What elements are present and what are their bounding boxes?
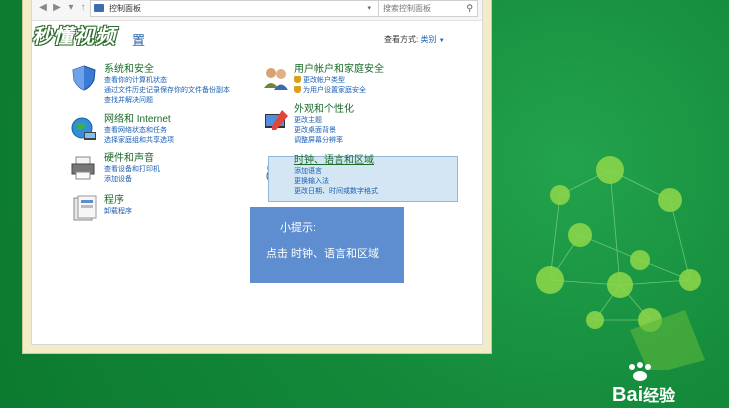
- category-link[interactable]: 查看设备和打印机: [104, 165, 160, 175]
- category-link[interactable]: 查找并解决问题: [104, 96, 230, 106]
- category-link[interactable]: 添加设备: [104, 175, 160, 185]
- search-placeholder: 搜索控制面板: [383, 4, 431, 13]
- category-link[interactable]: 查看你的计算机状态: [104, 76, 230, 86]
- search-input[interactable]: 搜索控制面板 ⚲: [378, 0, 478, 17]
- printer-icon: [71, 156, 95, 180]
- category-title[interactable]: 网络和 Internet: [104, 114, 174, 126]
- category-title[interactable]: 用户帐户和家庭安全: [294, 64, 384, 76]
- address-dropdown-icon[interactable]: ▾: [367, 1, 371, 16]
- video-logo-watermark: 秒懂视频: [32, 26, 116, 48]
- category-link[interactable]: 添加语言: [294, 167, 378, 177]
- uac-shield-icon: [294, 76, 301, 83]
- control-panel-window: ◀ ▶ ▾ ↑ 控制面板 ▾ ↻ 搜索控制面板 ⚲ 秒懂视频 置 查看方式: 类…: [22, 0, 492, 354]
- category-user-accounts: 用户帐户和家庭安全 更改帐户类型 为用户设置家庭安全: [294, 64, 384, 96]
- category-title[interactable]: 系统和安全: [104, 64, 230, 76]
- category-title[interactable]: 程序: [104, 195, 132, 207]
- category-programs: 程序 卸载程序: [104, 195, 132, 217]
- category-hardware-sound: 硬件和声音 查看设备和打印机 添加设备: [104, 153, 160, 185]
- programs-icon: [73, 195, 97, 221]
- category-link[interactable]: 为用户设置家庭安全: [294, 86, 384, 96]
- category-link[interactable]: 查看网络状态和任务: [104, 126, 174, 136]
- baidu-jingyan-watermark: Bai经验: [612, 382, 675, 407]
- view-by: 查看方式: 类别 ▼: [384, 34, 445, 45]
- category-link[interactable]: 更改桌面背景: [294, 126, 354, 136]
- category-link[interactable]: 选择家庭组和共享选项: [104, 136, 174, 146]
- shield-icon: [72, 65, 96, 91]
- tip-text: 点击 时钟、语言和区域: [266, 248, 380, 260]
- category-link[interactable]: 通过文件历史记录保存你的文件备份副本: [104, 86, 230, 96]
- chevron-down-icon[interactable]: ▼: [439, 38, 445, 44]
- window-content: ◀ ▶ ▾ ↑ 控制面板 ▾ ↻ 搜索控制面板 ⚲ 秒懂视频 置 查看方式: 类…: [31, 0, 483, 345]
- personalization-icon: [265, 110, 288, 130]
- category-title[interactable]: 硬件和声音: [104, 153, 160, 165]
- category-link[interactable]: 卸载程序: [104, 207, 132, 217]
- address-field[interactable]: 控制面板 ▾ ↻: [90, 0, 390, 17]
- tip-title: 小提示:: [280, 222, 317, 234]
- view-by-selector[interactable]: 类别: [420, 35, 436, 44]
- forward-arrow-icon[interactable]: ▶: [50, 1, 64, 15]
- uac-shield-icon: [294, 86, 301, 93]
- category-title[interactable]: 外观和个性化: [294, 104, 354, 116]
- category-link[interactable]: 更改帐户类型: [294, 76, 384, 86]
- view-by-label: 查看方式:: [384, 35, 419, 44]
- address-bar-row: ◀ ▶ ▾ ↑ 控制面板 ▾ ↻ 搜索控制面板 ⚲: [32, 0, 482, 21]
- up-arrow-icon[interactable]: ↑: [76, 1, 90, 15]
- back-arrow-icon[interactable]: ◀: [36, 1, 50, 15]
- baidu-paw-icon: [629, 362, 651, 381]
- category-appearance: 外观和个性化 更改主题 更改桌面背景 调整屏幕分辨率: [294, 104, 354, 146]
- category-clock-language-region: 时钟、语言和区域 添加语言 更换输入法 更改日期、时间或数字格式: [294, 155, 378, 197]
- category-link[interactable]: 更改主题: [294, 116, 354, 126]
- users-icon: [264, 68, 288, 90]
- category-title[interactable]: 时钟、语言和区域: [294, 155, 378, 167]
- search-icon[interactable]: ⚲: [466, 1, 473, 16]
- page-title-fragment: 置: [132, 33, 146, 48]
- lightbulb-network-illustration: [536, 156, 705, 370]
- category-system-security: 系统和安全 查看你的计算机状态 通过文件历史记录保存你的文件备份副本 查找并解决…: [104, 64, 230, 106]
- globe-network-icon: [71, 117, 96, 140]
- baidu-suffix: 经验: [643, 388, 676, 405]
- category-link[interactable]: 更换输入法: [294, 177, 378, 187]
- category-link[interactable]: 调整屏幕分辨率: [294, 136, 354, 146]
- tip-box: 小提示: 点击 时钟、语言和区域: [250, 207, 404, 283]
- category-network-internet: 网络和 Internet 查看网络状态和任务 选择家庭组和共享选项: [104, 114, 174, 146]
- baidu-brand: Bai: [612, 384, 644, 406]
- category-link[interactable]: 更改日期、时间或数字格式: [294, 187, 378, 197]
- control-panel-icon: [94, 4, 104, 12]
- address-text: 控制面板: [109, 4, 141, 13]
